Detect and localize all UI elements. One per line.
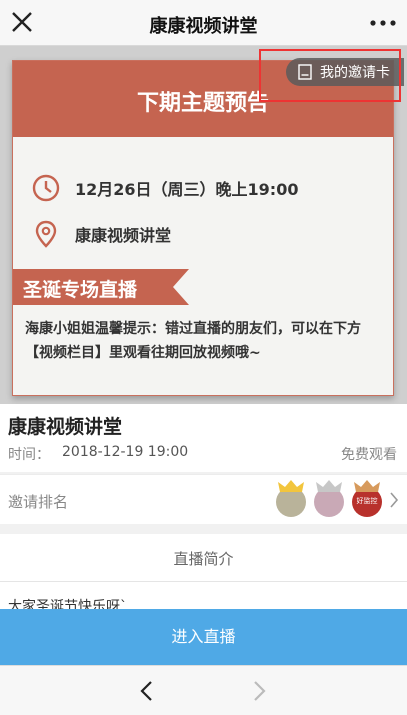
location-pin-icon: [35, 220, 57, 248]
live-info: 康康视频讲堂 时间： 2018-12-19 19:00 免费观看: [0, 404, 407, 472]
more-icon[interactable]: [369, 14, 397, 32]
top-nav-bar: 康康视频讲堂: [0, 0, 407, 46]
invite-ranking-row[interactable]: 邀请排名 好监控: [0, 474, 407, 524]
avatar: [276, 480, 306, 517]
intro-heading: 直播简介: [173, 550, 234, 568]
enter-live-button[interactable]: 进入直播: [0, 609, 407, 665]
bottom-nav-bar: [0, 665, 407, 715]
theme-ribbon: 圣诞专场直播: [13, 269, 189, 305]
clock-icon: [32, 174, 60, 202]
avatar: 好监控: [352, 480, 382, 517]
time-label: 时间：: [8, 447, 50, 463]
intro-heading-bar: 直播简介: [0, 534, 407, 582]
chevron-right-icon: [390, 492, 399, 508]
crown-icon: [278, 480, 304, 492]
page-title: 康康视频讲堂: [149, 16, 258, 37]
avatar-text: 好监控: [356, 497, 378, 505]
time-value: 2018-12-19 19:00: [62, 444, 189, 460]
close-icon[interactable]: [8, 8, 36, 36]
ranking-avatars: 好监控: [276, 480, 390, 519]
crown-icon: [354, 480, 380, 492]
back-arrow-icon[interactable]: [138, 680, 156, 702]
avatar: [314, 480, 344, 517]
location-text: 康康视频讲堂: [75, 226, 172, 245]
ribbon-text: 圣诞专场直播: [23, 279, 138, 301]
invite-ranking-label: 邀请排名: [8, 493, 69, 511]
crown-icon: [316, 480, 342, 492]
datetime-text: 12月26日（周三）晚上19:00: [75, 180, 299, 199]
forward-arrow-icon[interactable]: [250, 680, 268, 702]
highlight-box: [259, 49, 401, 102]
datetime-row: 12月26日（周三）晚上19:00: [31, 173, 298, 203]
price-label: 免费观看: [341, 447, 397, 463]
live-name: 康康视频讲堂: [8, 416, 123, 438]
notice-text: 海康小姐姐温馨提示：错过直播的朋友们，可以在下方【视频栏目】里观看往期回放视频哦…: [25, 321, 361, 361]
location-row: 康康视频讲堂: [31, 219, 171, 249]
preview-card: 下期主题预告 12月26日（周三）晚上19:00 康康视频讲堂 圣诞专场直播 海…: [12, 60, 394, 396]
